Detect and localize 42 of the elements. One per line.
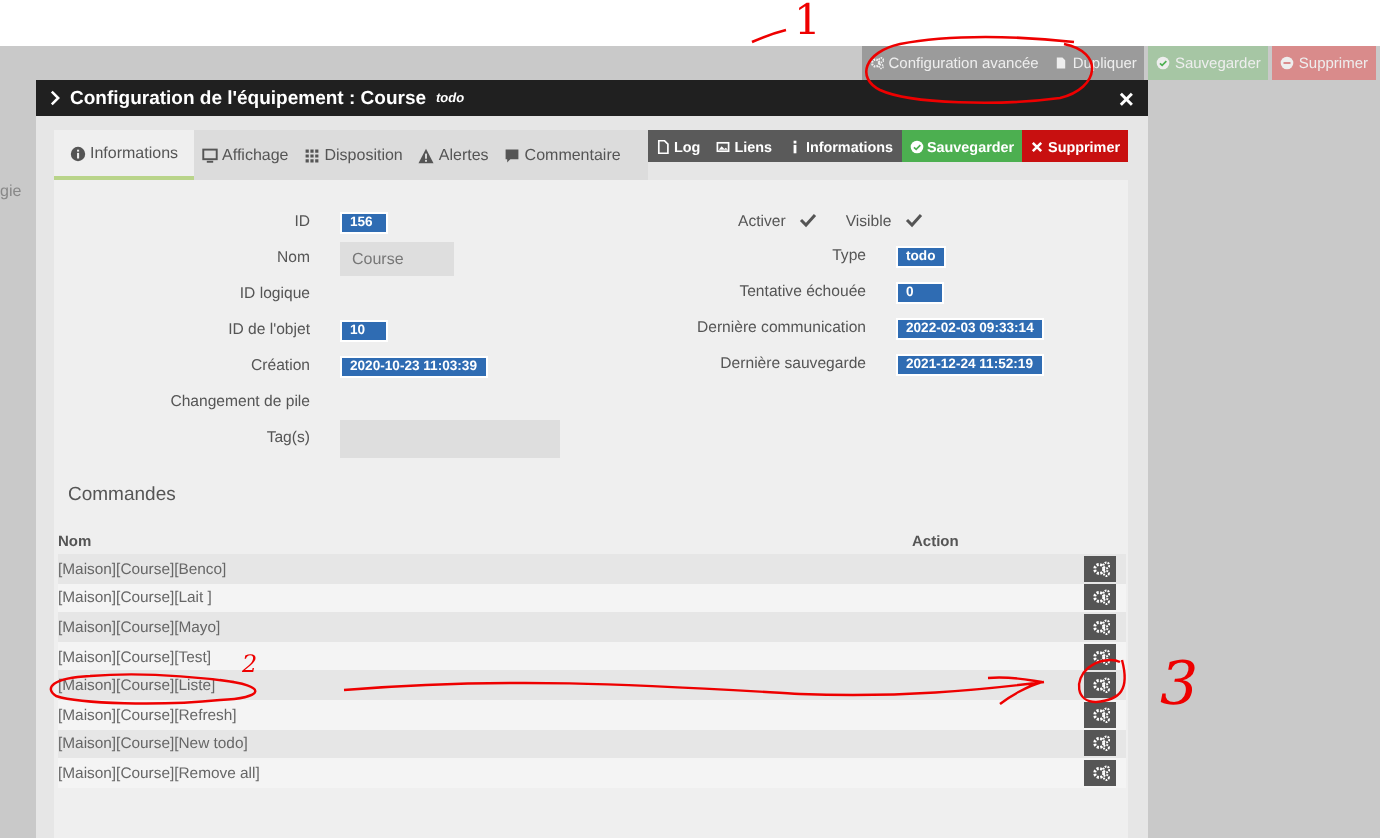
minus-circle-icon	[1280, 56, 1295, 70]
handwritten-number: 3	[1160, 656, 1199, 716]
input-field[interactable]: Course	[340, 241, 454, 275]
chevron-icon	[50, 90, 60, 106]
gears-icon	[1091, 588, 1109, 607]
check-circle-icon	[909, 139, 923, 153]
warning-icon	[418, 147, 435, 163]
hand-drawn-line	[751, 28, 787, 44]
configure-button[interactable]	[1084, 613, 1116, 640]
document-icon	[1054, 56, 1069, 70]
configure-button[interactable]	[1084, 584, 1116, 611]
gears-icon	[1091, 676, 1109, 695]
gears-icon	[1091, 763, 1109, 782]
configure-button[interactable]	[1084, 701, 1116, 728]
configure-button[interactable]	[1084, 555, 1116, 582]
handwritten-number: 1	[794, 0, 821, 42]
configure-button[interactable]	[1084, 672, 1116, 699]
gears-icon	[1091, 559, 1109, 578]
modal-title: Configuration de l'équipement : Course	[70, 87, 427, 109]
gears-icon	[1091, 617, 1109, 636]
background-label: gie	[0, 182, 22, 200]
checkbox[interactable]	[903, 210, 924, 230]
monitor-icon	[202, 147, 219, 163]
cross-icon	[1030, 139, 1045, 153]
gears-icon	[1091, 647, 1109, 666]
close-button[interactable]: ×	[1118, 85, 1134, 111]
configure-button[interactable]	[1084, 759, 1116, 786]
check-circle-icon	[1156, 56, 1171, 70]
tab[interactable]: Informations	[54, 130, 195, 180]
section-title: Commandes	[66, 482, 178, 506]
grid-icon	[304, 147, 321, 163]
configure-button[interactable]	[1084, 730, 1116, 757]
checkbox[interactable]	[797, 210, 818, 230]
comment-icon	[504, 147, 521, 163]
gears-icon	[1091, 705, 1109, 724]
configure-button[interactable]	[1084, 643, 1116, 670]
handwritten-number: 2	[242, 652, 258, 676]
info-circle-icon	[70, 145, 86, 161]
gears-icon	[1091, 734, 1109, 753]
document-icon	[656, 139, 671, 153]
gears-icon	[870, 56, 885, 70]
image-icon	[716, 139, 731, 153]
